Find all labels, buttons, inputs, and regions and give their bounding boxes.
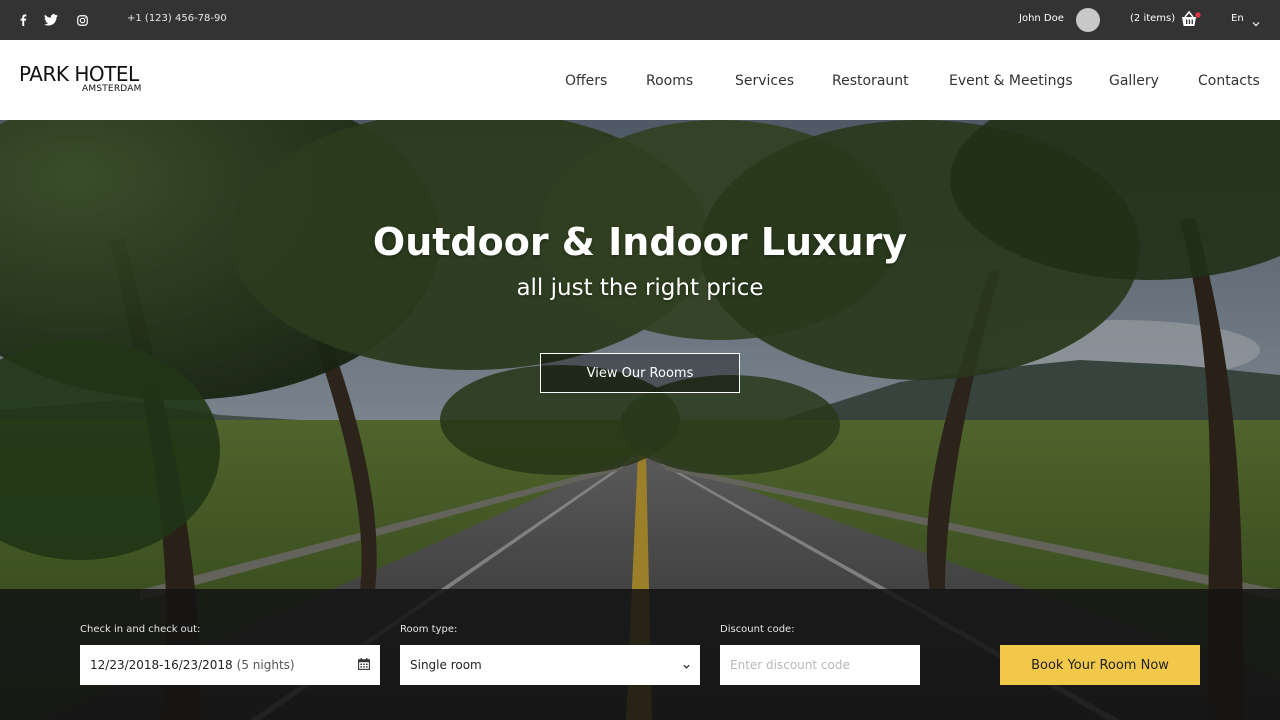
booking-bar: Check in and check out: 12/23/2018-16/23… <box>0 589 1280 720</box>
view-rooms-button[interactable]: View Our Rooms <box>540 353 740 393</box>
discount-label: Discount code: <box>720 624 795 635</box>
nav-events-meetings[interactable]: Event & Meetings <box>949 73 1073 89</box>
facebook-icon[interactable] <box>15 12 31 28</box>
chevron-down-icon[interactable] <box>1251 14 1261 27</box>
nav-offers[interactable]: Offers <box>565 73 607 89</box>
logo[interactable]: PARK HOTEL AMSTERDAM <box>19 62 144 98</box>
top-bar: +1 (123) 456-78-90 John Doe (2 items) En <box>0 0 1280 40</box>
nav-rooms[interactable]: Rooms <box>646 73 693 89</box>
calendar-icon[interactable] <box>358 658 370 670</box>
date-range-field[interactable]: 12/23/2018-16/23/2018 (5 nights) <box>80 645 380 685</box>
room-type-select[interactable]: Single room <box>400 645 700 685</box>
twitter-icon[interactable] <box>43 12 59 28</box>
logo-location: AMSTERDAM <box>82 84 142 94</box>
language-selector[interactable]: En <box>1231 13 1244 24</box>
hero-subtitle: all just the right price <box>516 275 764 301</box>
avatar[interactable] <box>1076 8 1100 32</box>
user-name[interactable]: John Doe <box>1019 13 1064 24</box>
hero-title: Outdoor & Indoor Luxury <box>372 220 908 264</box>
discount-code-input[interactable]: Enter discount code <box>720 645 920 685</box>
nights-count: (5 nights) <box>236 658 295 672</box>
cart-count[interactable]: (2 items) <box>1130 13 1175 24</box>
book-room-button[interactable]: Book Your Room Now <box>1000 645 1200 685</box>
nav-restaurant[interactable]: Restoraunt <box>832 73 909 89</box>
nav-contacts[interactable]: Contacts <box>1198 73 1260 89</box>
room-type-value: Single room <box>410 658 482 672</box>
nav-gallery[interactable]: Gallery <box>1109 73 1159 89</box>
dates-label: Check in and check out: <box>80 624 201 635</box>
instagram-icon[interactable] <box>74 12 90 28</box>
discount-code-placeholder: Enter discount code <box>730 658 850 672</box>
phone-number[interactable]: +1 (123) 456-78-90 <box>127 13 227 24</box>
logo-name: PARK HOTEL <box>19 62 139 86</box>
main-header: PARK HOTEL AMSTERDAM Offers Rooms Servic… <box>0 40 1280 120</box>
date-range-value: 12/23/2018-16/23/2018 <box>90 658 233 672</box>
nav-services[interactable]: Services <box>735 73 794 89</box>
shopping-basket-icon[interactable] <box>1180 10 1202 30</box>
chevron-down-icon[interactable] <box>682 660 691 669</box>
room-type-label: Room type: <box>400 624 458 635</box>
